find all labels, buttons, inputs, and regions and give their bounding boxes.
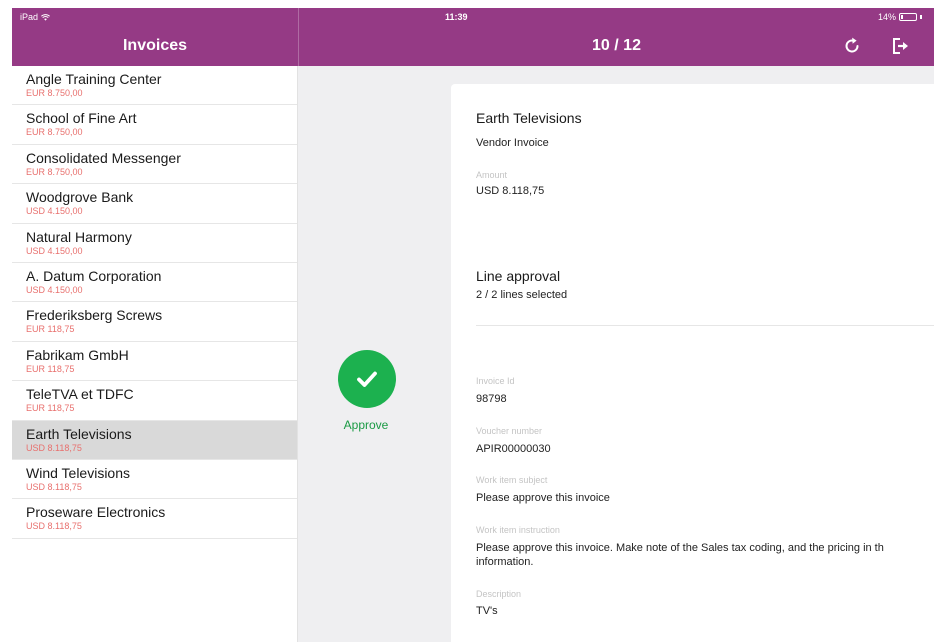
invoice-list-item[interactable]: Woodgrove Bank USD 4.150,00: [12, 184, 297, 224]
invoice-vendor-name: Wind Televisions: [26, 464, 131, 481]
invoice-list-item[interactable]: Angle Training Center EUR 8.750,00: [12, 66, 297, 106]
battery-percent: 14%: [877, 12, 896, 22]
invoice-vendor-name: Woodgrove Bank: [26, 189, 134, 206]
subject-value: Please approve this invoice: [476, 492, 610, 504]
invoice-amount: EUR 8.750,00: [26, 166, 83, 177]
refresh-icon[interactable]: [842, 36, 862, 56]
invoice-amount: USD 8.118,75: [26, 442, 82, 453]
invoice-list-item[interactable]: A. Datum Corporation USD 4.150,00: [12, 263, 297, 303]
invoice-amount: EUR 118,75: [26, 403, 75, 414]
instruction-line-1: Please approve this invoice. Make note o…: [476, 542, 884, 554]
voucher-value: APIR00000030: [476, 443, 551, 455]
invoice-vendor-name: A. Datum Corporation: [26, 267, 162, 284]
top-bar: iPad 11:39 14% Invoices 10 / 12: [12, 8, 934, 66]
checkmark-icon: [357, 371, 377, 387]
invoice-vendor-name: Frederiksberg Screws: [26, 307, 163, 324]
battery-icon: [899, 13, 917, 21]
invoice-list-item[interactable]: TeleTVA et TDFC EUR 118,75: [12, 381, 297, 421]
invoice-vendor-name: Proseware Electronics: [26, 504, 166, 521]
subject-label: Work item subject: [476, 475, 548, 485]
invoice-list-item[interactable]: Natural Harmony USD 4.150,00: [12, 224, 297, 263]
invoice-amount: EUR 8.750,00: [26, 88, 83, 98]
description-label: Description: [476, 589, 522, 599]
invoice-list-item[interactable]: Fabrikam GmbH EUR 118,75: [12, 342, 297, 382]
invoice-vendor-name: School of Fine Art: [26, 110, 137, 127]
invoice-id-label: Invoice Id: [476, 376, 515, 386]
status-time: 11:39: [445, 12, 468, 22]
sign-out-icon[interactable]: [890, 36, 910, 56]
invoice-list-item[interactable]: Consolidated Messenger EUR 8.750,00: [12, 145, 297, 185]
approve-label[interactable]: Approve: [298, 418, 434, 432]
invoice-vendor-name: Angle Training Center: [26, 71, 162, 87]
invoice-vendor-name: Natural Harmony: [26, 228, 132, 245]
invoice-amount: USD 4.150,00: [26, 284, 83, 295]
invoice-detail-card: Earth Televisions Vendor Invoice Amount …: [451, 84, 934, 642]
line-approval-title[interactable]: Line approval: [476, 268, 560, 284]
wifi-icon: [41, 13, 50, 21]
invoice-amount: EUR 118,75: [26, 363, 75, 374]
invoice-list-item[interactable]: Frederiksberg Screws EUR 118,75: [12, 302, 297, 342]
carrier-label: iPad: [20, 12, 39, 22]
line-approval-value[interactable]: 2 / 2 lines selected: [476, 289, 567, 301]
approve-button[interactable]: [338, 350, 396, 408]
invoice-list-item[interactable]: Earth Televisions USD 8.118,75: [12, 420, 297, 460]
invoice-vendor-name: TeleTVA et TDFC: [26, 386, 134, 403]
invoice-list-item[interactable]: Wind Televisions USD 8.118,75: [12, 460, 297, 500]
invoice-amount: USD 8.118,75: [26, 481, 82, 492]
invoice-amount: USD 4.150,00: [26, 245, 83, 256]
invoice-id-value: 98798: [476, 393, 507, 405]
invoice-list-item[interactable]: School of Fine Art EUR 8.750,00: [12, 105, 297, 145]
invoice-list-item[interactable]: Proseware Electronics USD 8.118,75: [12, 499, 297, 539]
invoice-amount: EUR 8.750,00: [26, 127, 83, 138]
description-value: TV's: [476, 605, 498, 617]
invoice-vendor-name: Earth Televisions: [26, 425, 132, 442]
status-bar: iPad 11:39 14%: [12, 8, 934, 26]
amount-label: Amount: [476, 170, 508, 180]
approve-panel: Approve: [298, 66, 451, 642]
voucher-label: Voucher number: [476, 426, 543, 436]
amount-value: USD 8.118,75: [476, 185, 545, 197]
invoice-list: Angle Training Center EUR 8.750,00 School …: [12, 66, 298, 642]
divider: [476, 325, 934, 326]
instruction-line-2: information.: [476, 556, 534, 568]
vendor-name: Earth Televisions: [476, 110, 582, 126]
instruction-label: Work item instruction: [476, 525, 560, 535]
invoices-header-title: Invoices: [122, 37, 188, 54]
invoice-amount: USD 4.150,00: [26, 206, 83, 217]
invoice-vendor-name: Fabrikam GmbH: [26, 346, 129, 363]
invoice-amount: USD 8.118,75: [26, 521, 82, 532]
invoice-amount: EUR 118,75: [26, 324, 75, 335]
invoice-position: 10 / 12: [592, 37, 641, 54]
invoice-vendor-name: Consolidated Messenger: [26, 149, 181, 166]
invoice-type: Vendor Invoice: [476, 137, 549, 149]
